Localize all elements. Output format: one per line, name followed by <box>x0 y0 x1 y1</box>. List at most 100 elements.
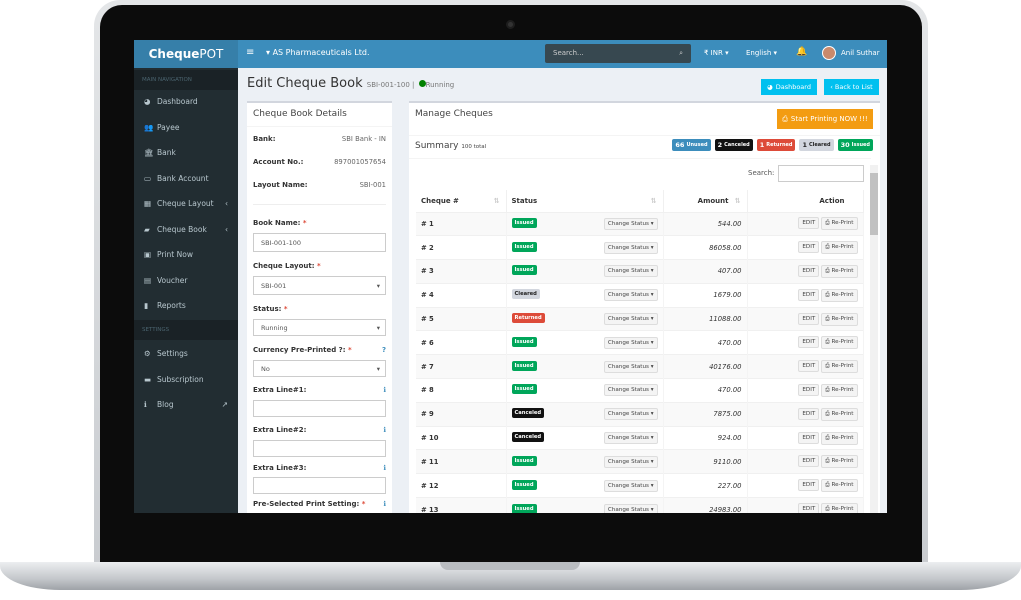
menu-toggle-icon[interactable]: ≡ <box>246 47 254 58</box>
language-dropdown[interactable]: English ▾ <box>746 49 777 57</box>
sidebar-item-blog[interactable]: ℹ Blog ↗ <box>134 393 238 417</box>
extra-line3-input[interactable] <box>253 477 386 494</box>
column-header-0[interactable]: Cheque # ⇅ <box>416 190 507 212</box>
sidebar-item-bank-account[interactable]: ▭ Bank Account <box>134 167 238 191</box>
avatar[interactable] <box>822 46 836 60</box>
status-cell: Returned Change Status ▾ <box>506 306 664 331</box>
reprint-button[interactable]: ⎙ Re-Print <box>821 264 858 278</box>
scrollbar-thumb[interactable] <box>870 173 878 235</box>
sidebar-item-subscription[interactable]: ▬ Subscription <box>134 368 238 392</box>
edit-button[interactable]: EDIT <box>798 407 820 420</box>
back-to-list-button[interactable]: ‹ Back to List <box>824 79 879 95</box>
change-status-button[interactable]: Change Status ▾ <box>603 265 658 278</box>
table-row: # 12 Issued Change Status ▾ 227.00 EDIT ⎙ Re-… <box>416 473 864 498</box>
reprint-button[interactable]: ⎙ Re-Print <box>821 479 858 493</box>
action-cell: EDIT ⎙ Re-Print <box>747 330 864 355</box>
user-name[interactable]: Anil Suthar <box>841 49 880 57</box>
sort-icon[interactable]: ⇅ <box>735 197 741 205</box>
change-status-button[interactable]: Change Status ▾ <box>603 289 658 302</box>
currency-dropdown[interactable]: ₹ INR ▾ <box>704 49 729 57</box>
info-icon[interactable]: ℹ <box>383 426 386 434</box>
change-status-button[interactable]: Change Status ▾ <box>603 408 658 421</box>
edit-button[interactable]: EDIT <box>798 336 820 349</box>
table-row: # 3 Issued Change Status ▾ 407.00 EDIT ⎙ Re-P… <box>416 259 864 284</box>
reprint-button[interactable]: ⎙ Re-Print <box>821 503 858 513</box>
column-header-2[interactable]: Amount ⇅ <box>663 190 748 212</box>
sidebar-item-cheque-layout[interactable]: ▦ Cheque Layout ‹ <box>134 192 238 216</box>
reprint-button[interactable]: ⎙ Re-Print <box>821 288 858 302</box>
table-search-input[interactable] <box>778 165 864 182</box>
action-cell: EDIT ⎙ Re-Print <box>747 306 864 331</box>
sort-icon[interactable]: ⇅ <box>651 197 657 205</box>
cheque-number: # 12 <box>416 473 507 498</box>
book-name-input[interactable]: SBI-001-100 <box>253 233 386 252</box>
status-cell: Issued Change Status ▾ <box>506 211 664 236</box>
sidebar-item-dashboard[interactable]: ◕ Dashboard <box>134 90 238 114</box>
info-icon[interactable]: ℹ <box>383 386 386 394</box>
users-icon: 👥 <box>144 122 154 132</box>
file-icon: ▮ <box>144 301 149 310</box>
edit-button[interactable]: EDIT <box>798 503 820 513</box>
dashboard-button[interactable]: ◕ Dashboard <box>761 79 817 95</box>
edit-button[interactable]: EDIT <box>798 288 820 301</box>
company-selector[interactable]: ▾ AS Pharmaceuticals Ltd. <box>266 48 370 57</box>
logo[interactable]: ChequePOT <box>134 40 238 68</box>
edit-button[interactable]: EDIT <box>798 479 820 492</box>
sidebar-item-bank[interactable]: 🏛 Bank <box>134 141 238 165</box>
change-status-button[interactable]: Change Status ▾ <box>603 360 658 373</box>
reprint-button[interactable]: ⎙ Re-Print <box>821 312 858 326</box>
scrollbar[interactable] <box>870 165 878 513</box>
start-printing-button[interactable]: ⎙ Start Printing NOW !!! <box>777 109 873 129</box>
reprint-button[interactable]: ⎙ Re-Print <box>821 407 858 421</box>
help-icon[interactable]: ? <box>382 346 386 354</box>
reprint-button[interactable]: ⎙ Re-Print <box>821 336 858 350</box>
table-row: # 1 Issued Change Status ▾ 544.00 EDIT ⎙ Re-P… <box>416 211 864 236</box>
reprint-button[interactable]: ⎙ Re-Print <box>821 431 858 445</box>
sort-icon[interactable]: ⇅ <box>494 197 500 205</box>
change-status-button[interactable]: Change Status ▾ <box>603 432 658 445</box>
change-status-button[interactable]: Change Status ▾ <box>603 217 658 230</box>
change-status-button[interactable]: Change Status ▾ <box>603 455 658 468</box>
cheque-layout-select[interactable]: SBI-001 ▾ <box>253 276 386 295</box>
edit-button[interactable]: EDIT <box>798 241 820 254</box>
sidebar-item-voucher[interactable]: ▤ Voucher <box>134 269 238 293</box>
sidebar-item-reports[interactable]: ▮ Reports <box>134 294 238 318</box>
sidebar-item-payee[interactable]: 👥 Payee <box>134 116 238 140</box>
currency-select[interactable]: No ▾ <box>253 360 386 377</box>
change-status-button[interactable]: Change Status ▾ <box>603 503 658 513</box>
info-icon[interactable]: ℹ <box>383 500 386 509</box>
sidebar-item-cheque-book[interactable]: ▰ Cheque Book ‹ <box>134 218 238 242</box>
column-header-1[interactable]: Status ⇅ <box>506 190 664 212</box>
reprint-button[interactable]: ⎙ Re-Print <box>821 360 858 374</box>
status-select[interactable]: Running ▾ <box>253 319 386 336</box>
change-status-button[interactable]: Change Status ▾ <box>603 313 658 326</box>
extra-line2-input[interactable] <box>253 440 386 457</box>
change-status-button[interactable]: Change Status ▾ <box>603 336 658 349</box>
search-icon[interactable]: ⌕ <box>679 49 683 58</box>
search-input[interactable]: Search... ⌕ <box>545 44 691 63</box>
change-status-button[interactable]: Change Status ▾ <box>603 384 658 397</box>
extra-line1-input[interactable] <box>253 400 386 417</box>
reprint-button[interactable]: ⎙ Re-Print <box>821 383 858 397</box>
edit-button[interactable]: EDIT <box>798 217 820 230</box>
change-status-button[interactable]: Change Status ▾ <box>603 241 658 254</box>
info-icon[interactable]: ℹ <box>383 464 386 472</box>
bell-icon[interactable]: 🔔 <box>796 47 807 57</box>
amount: 924.00 <box>663 425 748 450</box>
select-arrow-icon: ▾ <box>376 281 380 290</box>
reprint-button[interactable]: ⎙ Re-Print <box>821 455 858 469</box>
edit-button[interactable]: EDIT <box>798 455 820 468</box>
edit-button[interactable]: EDIT <box>798 383 820 396</box>
sidebar-item-settings[interactable]: ⚙ Settings <box>134 342 238 366</box>
reprint-button[interactable]: ⎙ Re-Print <box>821 217 858 231</box>
edit-button[interactable]: EDIT <box>798 264 820 277</box>
edit-button[interactable]: EDIT <box>798 360 820 373</box>
edit-button[interactable]: EDIT <box>798 431 820 444</box>
sidebar-item-print-now[interactable]: ▣ Print Now <box>134 243 238 267</box>
cheque-number: # 7 <box>416 354 507 379</box>
edit-button[interactable]: EDIT <box>798 312 820 325</box>
cheque-layout-label: Cheque Layout: * <box>253 262 321 270</box>
amount: 40176.00 <box>663 354 748 379</box>
change-status-button[interactable]: Change Status ▾ <box>603 479 658 492</box>
reprint-button[interactable]: ⎙ Re-Print <box>821 241 858 255</box>
